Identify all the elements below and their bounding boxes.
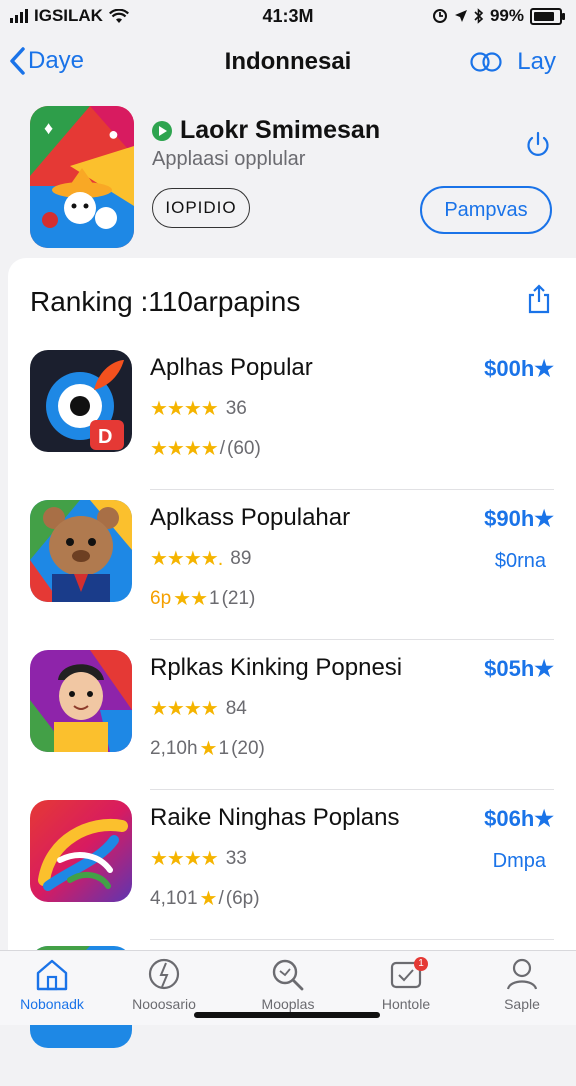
power-button[interactable] — [524, 130, 552, 163]
app-name: Aplkass Populahar — [150, 504, 351, 531]
app-rating: ★★★★ 36 — [150, 397, 247, 421]
app-icon[interactable]: D — [30, 350, 132, 452]
home-indicator — [194, 1012, 380, 1018]
app-review-count: ★★★★ / (60) — [150, 437, 261, 461]
featured-app-icon[interactable]: ♦ ● — [30, 106, 134, 248]
app-rating: ★★★★. 89 — [150, 547, 252, 571]
battery-percent: 99% — [489, 6, 524, 25]
list-item[interactable]: Rplkas Kinking Popnesi ★★★★ 84 2,10h ★ 1 (2… — [8, 640, 576, 790]
status-right: 99% — [432, 6, 565, 26]
stars-icon: ★ — [199, 738, 218, 760]
stars-icon: ★★★★ — [150, 398, 219, 420]
battery-icon — [530, 7, 565, 25]
featured-app: ♦ ● Laokr Smimesan Applaasi opplular IOP… — [0, 100, 576, 260]
featured-app-title: Laokr Smimesan — [180, 116, 381, 144]
tab-updates[interactable]: 1 Hontole — [356, 957, 456, 1012]
app-sub-price: $0rna — [494, 550, 546, 572]
featured-app-name: Laokr Smimesan — [152, 116, 380, 145]
share-icon — [528, 284, 550, 314]
stars-icon: ★★ — [173, 588, 208, 610]
stars-icon: ★★★★ — [150, 698, 219, 720]
stars-icon: ★★★★ — [150, 848, 219, 870]
app-rating: ★★★★ 84 — [150, 697, 247, 721]
app-icon[interactable] — [30, 800, 132, 902]
link-icon[interactable] — [469, 50, 503, 74]
app-icon[interactable] — [30, 500, 132, 602]
profile-icon — [506, 958, 538, 990]
svg-text:D: D — [98, 426, 112, 448]
compass-icon — [148, 958, 180, 990]
home-icon — [36, 959, 68, 991]
tab-profile[interactable]: Saple — [472, 957, 572, 1012]
app-price[interactable]: $00h★ — [484, 356, 554, 382]
app-name: Raike Ninghas Poplans — [150, 804, 400, 831]
location-icon — [454, 10, 467, 22]
tab-search[interactable]: Mooplas — [238, 957, 338, 1012]
nav-right: Lay — [469, 48, 556, 76]
app-price[interactable]: $90h★ — [484, 506, 554, 532]
app-sub-price: Dmpa — [492, 850, 546, 872]
app-review-count: 4,101 ★ / (6p) — [150, 887, 260, 911]
stars-icon: ★★★★. — [150, 548, 223, 570]
navigation-bar: Daye Indonnesai Lay — [0, 40, 576, 86]
app-review-count: 6p ★★ 1 (21) — [150, 587, 256, 611]
bluetooth-icon — [474, 8, 484, 24]
tab-explore[interactable]: Nooosario — [114, 957, 214, 1012]
ranking-card: Ranking :110arpapins D Aplhas Popular ★★… — [8, 258, 576, 1048]
list-item[interactable]: D Aplhas Popular ★★★★ 36 ★★★★ / (60) $00h★ — [8, 340, 576, 490]
power-icon — [527, 131, 549, 156]
app-icon[interactable] — [30, 650, 132, 752]
nav-right-button[interactable]: Lay — [517, 48, 556, 76]
featured-action-button[interactable]: Pampvas — [420, 186, 552, 234]
app-price[interactable]: $06h★ — [484, 806, 554, 832]
search-icon — [272, 959, 304, 991]
tab-home[interactable]: Nobonadk — [2, 957, 102, 1012]
share-button[interactable] — [526, 284, 552, 319]
list-item[interactable]: Raike Ninghas Poplans ★★★★ 33 4,101 ★ / (6p… — [8, 790, 576, 940]
play-icon — [152, 120, 172, 141]
featured-tag-button[interactable]: IOPIDIO — [152, 188, 250, 228]
stars-icon: ★★★★ — [150, 438, 219, 460]
app-name: Aplhas Popular — [150, 354, 313, 381]
svg-text:♦: ♦ — [44, 118, 53, 138]
list-item[interactable]: Aplkass Populahar ★★★★. 89 6p ★★ 1 (21) $90… — [8, 490, 576, 640]
featured-app-subtitle: Applaasi opplular — [152, 148, 306, 170]
alarm-icon — [432, 9, 447, 23]
stars-icon: ★ — [199, 888, 218, 910]
status-bar: IGSILAK 41:3M 99% — [0, 0, 576, 34]
notification-badge: 1 — [414, 957, 428, 971]
section-title: Ranking :110arpapins — [30, 286, 301, 317]
app-name: Rplkas Kinking Popnesi — [150, 654, 403, 681]
svg-text:●: ● — [108, 124, 119, 144]
app-rating: ★★★★ 33 — [150, 847, 247, 871]
app-review-count: 2,10h ★ 1 (20) — [150, 737, 265, 761]
app-price[interactable]: $05h★ — [484, 656, 554, 682]
